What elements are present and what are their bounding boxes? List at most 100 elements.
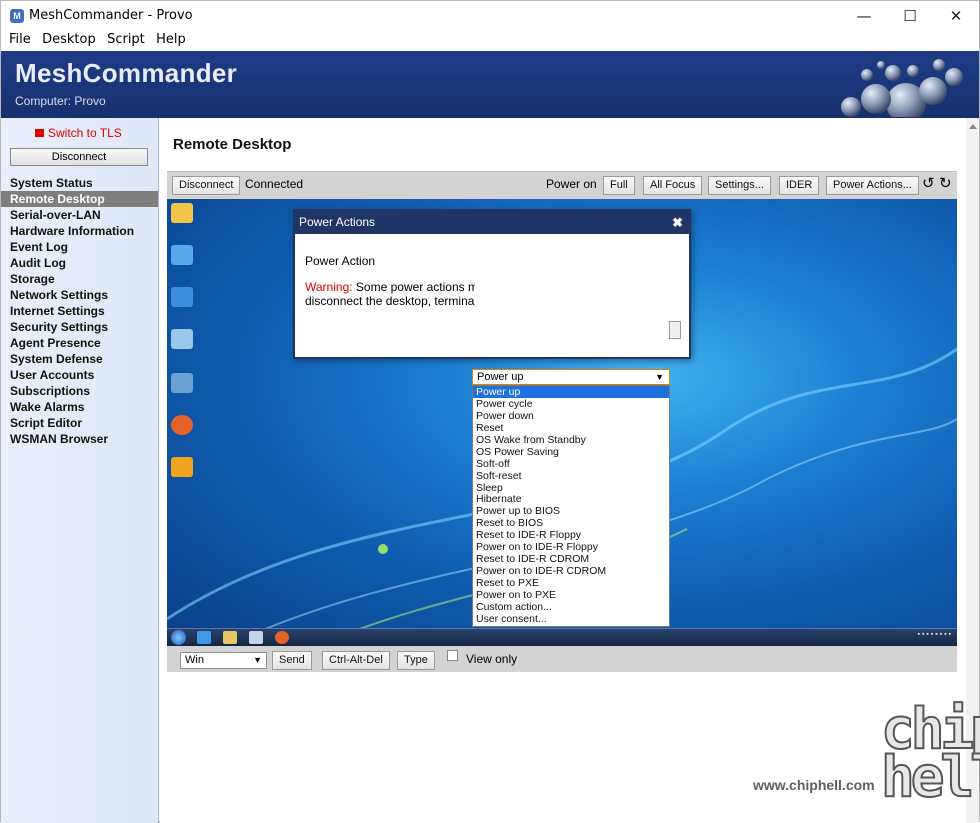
send-button[interactable]: Send bbox=[272, 651, 312, 670]
close-button[interactable]: ✕ bbox=[933, 1, 979, 31]
sidebar-item-internet-settings[interactable]: Internet Settings bbox=[1, 303, 158, 319]
watermark-url: www.chiphell.com bbox=[753, 777, 875, 793]
power-option-soft-off[interactable]: Soft-off bbox=[473, 458, 669, 470]
power-state: Power on bbox=[546, 177, 597, 191]
rotate-right-icon[interactable]: ↻ bbox=[939, 174, 952, 192]
power-actions-button[interactable]: Power Actions... bbox=[826, 176, 919, 195]
dialog-ok-button[interactable] bbox=[669, 321, 681, 339]
rd-disconnect-button[interactable]: Disconnect bbox=[172, 176, 241, 195]
ctrl-alt-del-button[interactable]: Ctrl-Alt-Del bbox=[322, 651, 390, 670]
power-option-user-consent[interactable]: User consent... bbox=[473, 613, 669, 625]
sidebar-disconnect-button[interactable]: Disconnect bbox=[10, 148, 148, 166]
desktop-icon-shield[interactable] bbox=[171, 457, 193, 477]
sidebar-item-storage[interactable]: Storage bbox=[1, 271, 158, 287]
desktop-icon-computer[interactable] bbox=[171, 245, 193, 265]
power-option-reset[interactable]: Reset bbox=[473, 422, 669, 434]
power-option-power-up-to-bios[interactable]: Power up to BIOS bbox=[473, 505, 669, 517]
power-option-custom-action[interactable]: Custom action... bbox=[473, 601, 669, 613]
chevron-down-icon: ▼ bbox=[655, 372, 664, 382]
menu-help[interactable]: Help bbox=[156, 31, 186, 49]
main-content: Remote Desktop Disconnect Connected Powe… bbox=[160, 118, 966, 823]
power-option-reset-to-ide-r-cdrom[interactable]: Reset to IDE-R CDROM bbox=[473, 553, 669, 565]
switch-tls-label: Switch to TLS bbox=[48, 126, 122, 140]
sidebar-item-remote-desktop[interactable]: Remote Desktop bbox=[1, 191, 158, 207]
close-icon[interactable]: ✖ bbox=[672, 211, 683, 234]
ider-button[interactable]: IDER bbox=[779, 176, 820, 195]
minimize-button[interactable]: — bbox=[841, 1, 887, 31]
remote-desktop-bottom-bar: Win ▼ Send Ctrl-Alt-Del Type View only bbox=[167, 646, 957, 672]
app-window: M MeshCommander - Provo — ☐ ✕ File Deskt… bbox=[0, 0, 980, 823]
desktop-icon-network[interactable] bbox=[171, 287, 193, 307]
firefox-taskbar-icon[interactable] bbox=[275, 631, 289, 644]
type-button[interactable]: Type bbox=[397, 651, 435, 670]
sidebar-item-agent-presence[interactable]: Agent Presence bbox=[1, 335, 158, 351]
chevron-down-icon: ▼ bbox=[253, 655, 262, 665]
watermark-logo: chip hell bbox=[880, 697, 980, 810]
remote-taskbar: ▪ ▪ ▪ ▪ ▪ ▪ ▪ ▪ bbox=[167, 628, 957, 646]
menu-file[interactable]: File bbox=[9, 31, 31, 49]
power-option-power-on-to-pxe[interactable]: Power on to PXE bbox=[473, 589, 669, 601]
sidebar-item-serial-over-lan[interactable]: Serial-over-LAN bbox=[1, 207, 158, 223]
sidebar-item-security-settings[interactable]: Security Settings bbox=[1, 319, 158, 335]
sidebar-item-hardware-information[interactable]: Hardware Information bbox=[1, 223, 158, 239]
computer-label: Computer: Provo bbox=[15, 94, 106, 108]
window-title: MeshCommander - Provo bbox=[29, 8, 193, 23]
power-option-os-power-saving[interactable]: OS Power Saving bbox=[473, 446, 669, 458]
system-tray: ▪ ▪ ▪ ▪ ▪ ▪ ▪ ▪ bbox=[917, 631, 951, 638]
remote-desktop-toolbar: Disconnect Connected Power on Full All F… bbox=[167, 171, 957, 199]
power-option-power-on-to-ide-r-floppy[interactable]: Power on to IDE-R Floppy bbox=[473, 541, 669, 553]
sidebar-item-system-status[interactable]: System Status bbox=[1, 175, 158, 191]
settings-button[interactable]: Settings... bbox=[708, 176, 771, 195]
ie-taskbar-icon[interactable] bbox=[197, 631, 211, 644]
sidebar-item-user-accounts[interactable]: User Accounts bbox=[1, 367, 158, 383]
sidebar-item-wsman-browser[interactable]: WSMAN Browser bbox=[1, 431, 158, 447]
scroll-up-icon[interactable] bbox=[969, 124, 977, 129]
warning-line2: disconnect the desktop, termina bbox=[305, 294, 475, 308]
warning-prefix: Warning: bbox=[305, 280, 353, 294]
power-option-hibernate[interactable]: Hibernate bbox=[473, 493, 669, 505]
power-actions-dialog: Power Actions ✖ Power Action Warning: Som… bbox=[293, 209, 691, 359]
power-option-sleep[interactable]: Sleep bbox=[473, 482, 669, 494]
sidebar-item-event-log[interactable]: Event Log bbox=[1, 239, 158, 255]
switch-tls-link[interactable]: Switch to TLS bbox=[35, 126, 122, 140]
sidebar-nav: System Status Remote Desktop Serial-over-L… bbox=[1, 175, 158, 447]
power-option-power-on-to-ide-r-cdrom[interactable]: Power on to IDE-R CDROM bbox=[473, 565, 669, 577]
desktop-icon-firefox[interactable] bbox=[171, 415, 193, 435]
explorer-taskbar-icon[interactable] bbox=[223, 631, 237, 644]
view-only-label: View only bbox=[466, 652, 518, 666]
rotate-left-icon[interactable]: ↺ bbox=[922, 174, 935, 192]
maximize-button[interactable]: ☐ bbox=[887, 1, 933, 31]
power-action-label: Power Action bbox=[305, 254, 376, 268]
power-action-dropdown: Power up Power cycle Power down Reset OS Wak… bbox=[472, 385, 670, 627]
power-option-soft-reset[interactable]: Soft-reset bbox=[473, 470, 669, 482]
power-option-power-cycle[interactable]: Power cycle bbox=[473, 398, 669, 410]
power-option-reset-to-pxe[interactable]: Reset to PXE bbox=[473, 577, 669, 589]
start-orb-icon[interactable] bbox=[171, 630, 186, 645]
menu-script[interactable]: Script bbox=[107, 31, 145, 49]
sidebar-item-wake-alarms[interactable]: Wake Alarms bbox=[1, 399, 158, 415]
sidebar-item-script-editor[interactable]: Script Editor bbox=[1, 415, 158, 431]
power-option-reset-to-bios[interactable]: Reset to BIOS bbox=[473, 517, 669, 529]
desktop-icon-control-panel[interactable] bbox=[171, 373, 193, 393]
all-focus-button[interactable]: All Focus bbox=[643, 176, 703, 195]
warning-line1: Some power actions m bbox=[352, 280, 475, 294]
desktop-icon-recycle-bin[interactable] bbox=[171, 329, 193, 349]
key-select[interactable]: Win ▼ bbox=[180, 652, 267, 669]
sidebar-item-system-defense[interactable]: System Defense bbox=[1, 351, 158, 367]
header-banner: MeshCommander Computer: Provo bbox=[1, 51, 979, 118]
lock-icon bbox=[35, 129, 44, 137]
warning-text: Warning: Some power actions m disconnect… bbox=[305, 280, 475, 308]
sidebar-item-subscriptions[interactable]: Subscriptions bbox=[1, 383, 158, 399]
media-taskbar-icon[interactable] bbox=[249, 631, 263, 644]
view-only-checkbox[interactable] bbox=[447, 650, 458, 661]
sidebar-item-network-settings[interactable]: Network Settings bbox=[1, 287, 158, 303]
power-action-select[interactable]: Power up ▼ bbox=[472, 369, 670, 385]
power-option-power-up[interactable]: Power up bbox=[473, 386, 669, 398]
power-option-os-wake-from-standby[interactable]: OS Wake from Standby bbox=[473, 434, 669, 446]
power-option-power-down[interactable]: Power down bbox=[473, 410, 669, 422]
power-option-reset-to-ide-r-floppy[interactable]: Reset to IDE-R Floppy bbox=[473, 529, 669, 541]
desktop-icon-folder[interactable] bbox=[171, 203, 193, 223]
full-button[interactable]: Full bbox=[603, 176, 635, 195]
menu-desktop[interactable]: Desktop bbox=[42, 31, 96, 49]
sidebar-item-audit-log[interactable]: Audit Log bbox=[1, 255, 158, 271]
